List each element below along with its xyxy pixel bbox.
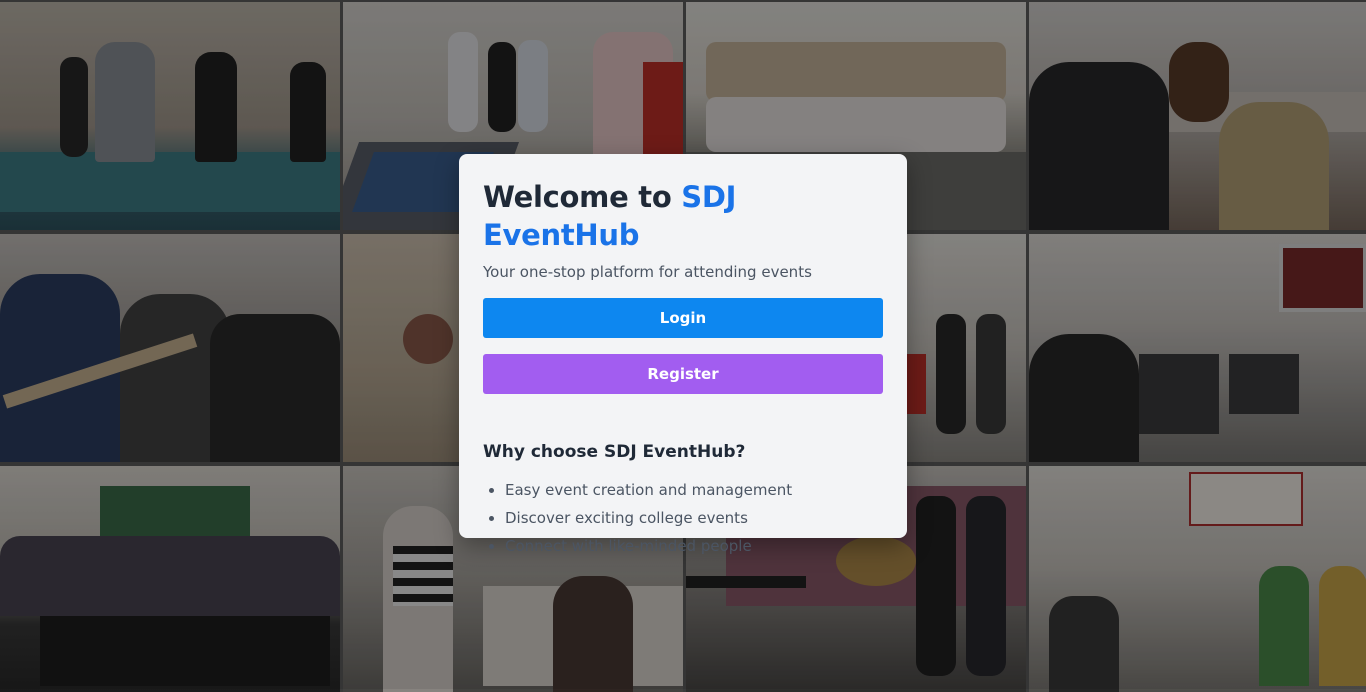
feature-item: Easy event creation and management: [505, 476, 883, 504]
welcome-card: Welcome to SDJ EventHub Your one-stop pl…: [459, 154, 907, 555]
why-choose-heading: Why choose SDJ EventHub?: [483, 442, 746, 462]
title-prefix: Welcome to: [483, 180, 682, 214]
login-button[interactable]: Login: [483, 298, 883, 338]
feature-list: Easy event creation and management Disco…: [483, 476, 883, 560]
feature-item: Connect with like-minded people: [505, 532, 883, 560]
page-title: Welcome to SDJ EventHub: [483, 178, 883, 254]
feature-item: Discover exciting college events: [505, 504, 883, 532]
subtitle: Your one-stop platform for attending eve…: [483, 263, 812, 281]
register-button[interactable]: Register: [483, 354, 883, 394]
